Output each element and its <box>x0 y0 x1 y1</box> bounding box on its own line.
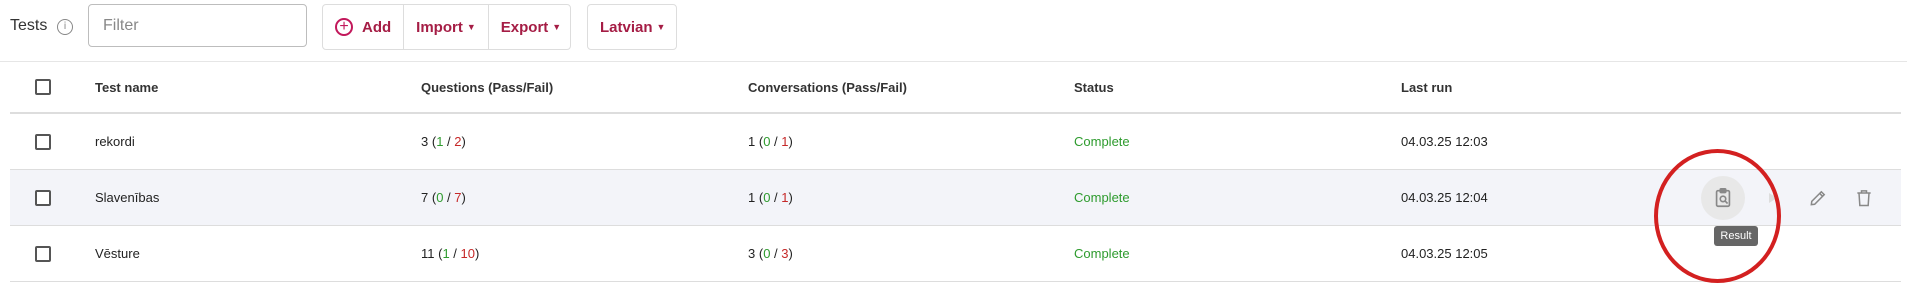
trash-icon <box>1857 189 1871 206</box>
clipboard-search-icon <box>1715 187 1731 207</box>
questions-fail: 10 <box>460 246 475 261</box>
questions-result: 7 (0 / 7) <box>421 190 466 205</box>
conversations-pass: 0 <box>763 190 771 205</box>
questions-fail: 7 <box>454 190 462 205</box>
conversations-total: 3 <box>748 246 756 261</box>
run-button[interactable] <box>1762 187 1784 209</box>
table-row[interactable]: rekordi 3 (1 / 2) 1 (0 / 1) Complete 04.… <box>10 114 1901 170</box>
language-dropdown[interactable]: Latvian ▼ <box>588 5 677 49</box>
language-label: Latvian <box>600 18 653 36</box>
caret-down-icon: ▼ <box>466 22 476 32</box>
row-checkbox[interactable] <box>35 245 51 262</box>
conversations-pass: 0 <box>763 246 771 261</box>
conversations-total: 1 <box>748 190 756 205</box>
status-label: Complete <box>1074 190 1130 205</box>
conversations-total: 1 <box>748 134 756 149</box>
last-run: 04.03.25 12:04 <box>1401 190 1488 205</box>
export-button[interactable]: Export ▼ <box>487 5 573 49</box>
pencil-icon <box>1810 190 1826 206</box>
questions-total: 7 <box>421 190 429 205</box>
status-label: Complete <box>1074 246 1130 261</box>
export-button-label: Export <box>500 18 549 36</box>
tests-table: Test name Questions (Pass/Fail) Conversa… <box>10 62 1901 282</box>
questions-total: 11 <box>421 246 435 261</box>
header-conversations[interactable]: Conversations (Pass/Fail) <box>748 62 907 112</box>
questions-pass: 0 <box>436 190 444 205</box>
conversations-result: 1 (0 / 1) <box>748 134 793 149</box>
conversations-result: 3 (0 / 3) <box>748 246 793 261</box>
conversations-pass: 0 <box>763 134 771 149</box>
conversations-fail: 1 <box>781 190 789 205</box>
header-questions[interactable]: Questions (Pass/Fail) <box>421 62 553 112</box>
last-run: 04.03.25 12:03 <box>1401 134 1488 149</box>
play-icon <box>1769 192 1777 203</box>
questions-pass: 1 <box>442 246 450 261</box>
header-test-name[interactable]: Test name <box>95 62 158 112</box>
test-name: Vēsture <box>95 246 140 261</box>
status-label: Complete <box>1074 134 1130 149</box>
table-row[interactable]: Vēsture 11 (1 / 10) 3 (0 / 3) Complete 0… <box>10 226 1901 282</box>
table-header-row: Test name Questions (Pass/Fail) Conversa… <box>10 62 1901 114</box>
questions-result: 3 (1 / 2) <box>421 134 466 149</box>
questions-total: 3 <box>421 134 429 149</box>
toolbar: Tests i + Add Import ▼ Export ▼ Latvian … <box>0 0 1907 54</box>
import-button-label: Import <box>416 18 463 36</box>
action-button-group: + Add Import ▼ Export ▼ <box>322 4 571 50</box>
test-name: Slavenības <box>95 190 160 205</box>
questions-pass: 1 <box>436 134 444 149</box>
caret-down-icon: ▼ <box>656 22 666 32</box>
result-tooltip: Result <box>1714 226 1758 246</box>
conversations-fail: 1 <box>781 134 789 149</box>
questions-result: 11 (1 / 10) <box>421 246 480 261</box>
caret-down-icon: ▼ <box>552 22 562 32</box>
row-checkbox[interactable] <box>35 133 51 150</box>
test-name: rekordi <box>95 134 135 149</box>
filter-input[interactable] <box>88 4 307 47</box>
select-all-checkbox[interactable] <box>35 79 51 95</box>
questions-fail: 2 <box>454 134 462 149</box>
import-button[interactable]: Import ▼ <box>403 5 488 49</box>
edit-button[interactable] <box>1807 187 1829 209</box>
plus-circle-icon: + <box>335 18 353 36</box>
page-title: Tests <box>10 17 48 34</box>
conversations-fail: 3 <box>781 246 789 261</box>
header-last-run[interactable]: Last run <box>1401 62 1452 112</box>
result-button[interactable] <box>1701 175 1745 220</box>
add-button-label: Add <box>362 18 392 36</box>
language-dropdown-group: Latvian ▼ <box>587 4 677 50</box>
delete-button[interactable] <box>1853 187 1875 209</box>
header-status[interactable]: Status <box>1074 62 1114 112</box>
info-icon[interactable]: i <box>57 19 73 35</box>
row-checkbox[interactable] <box>35 189 51 206</box>
add-button[interactable]: + Add <box>323 5 403 49</box>
last-run: 04.03.25 12:05 <box>1401 246 1488 261</box>
conversations-result: 1 (0 / 1) <box>748 190 793 205</box>
table-row[interactable]: Slavenības 7 (0 / 7) 1 (0 / 1) Complete … <box>10 170 1901 226</box>
